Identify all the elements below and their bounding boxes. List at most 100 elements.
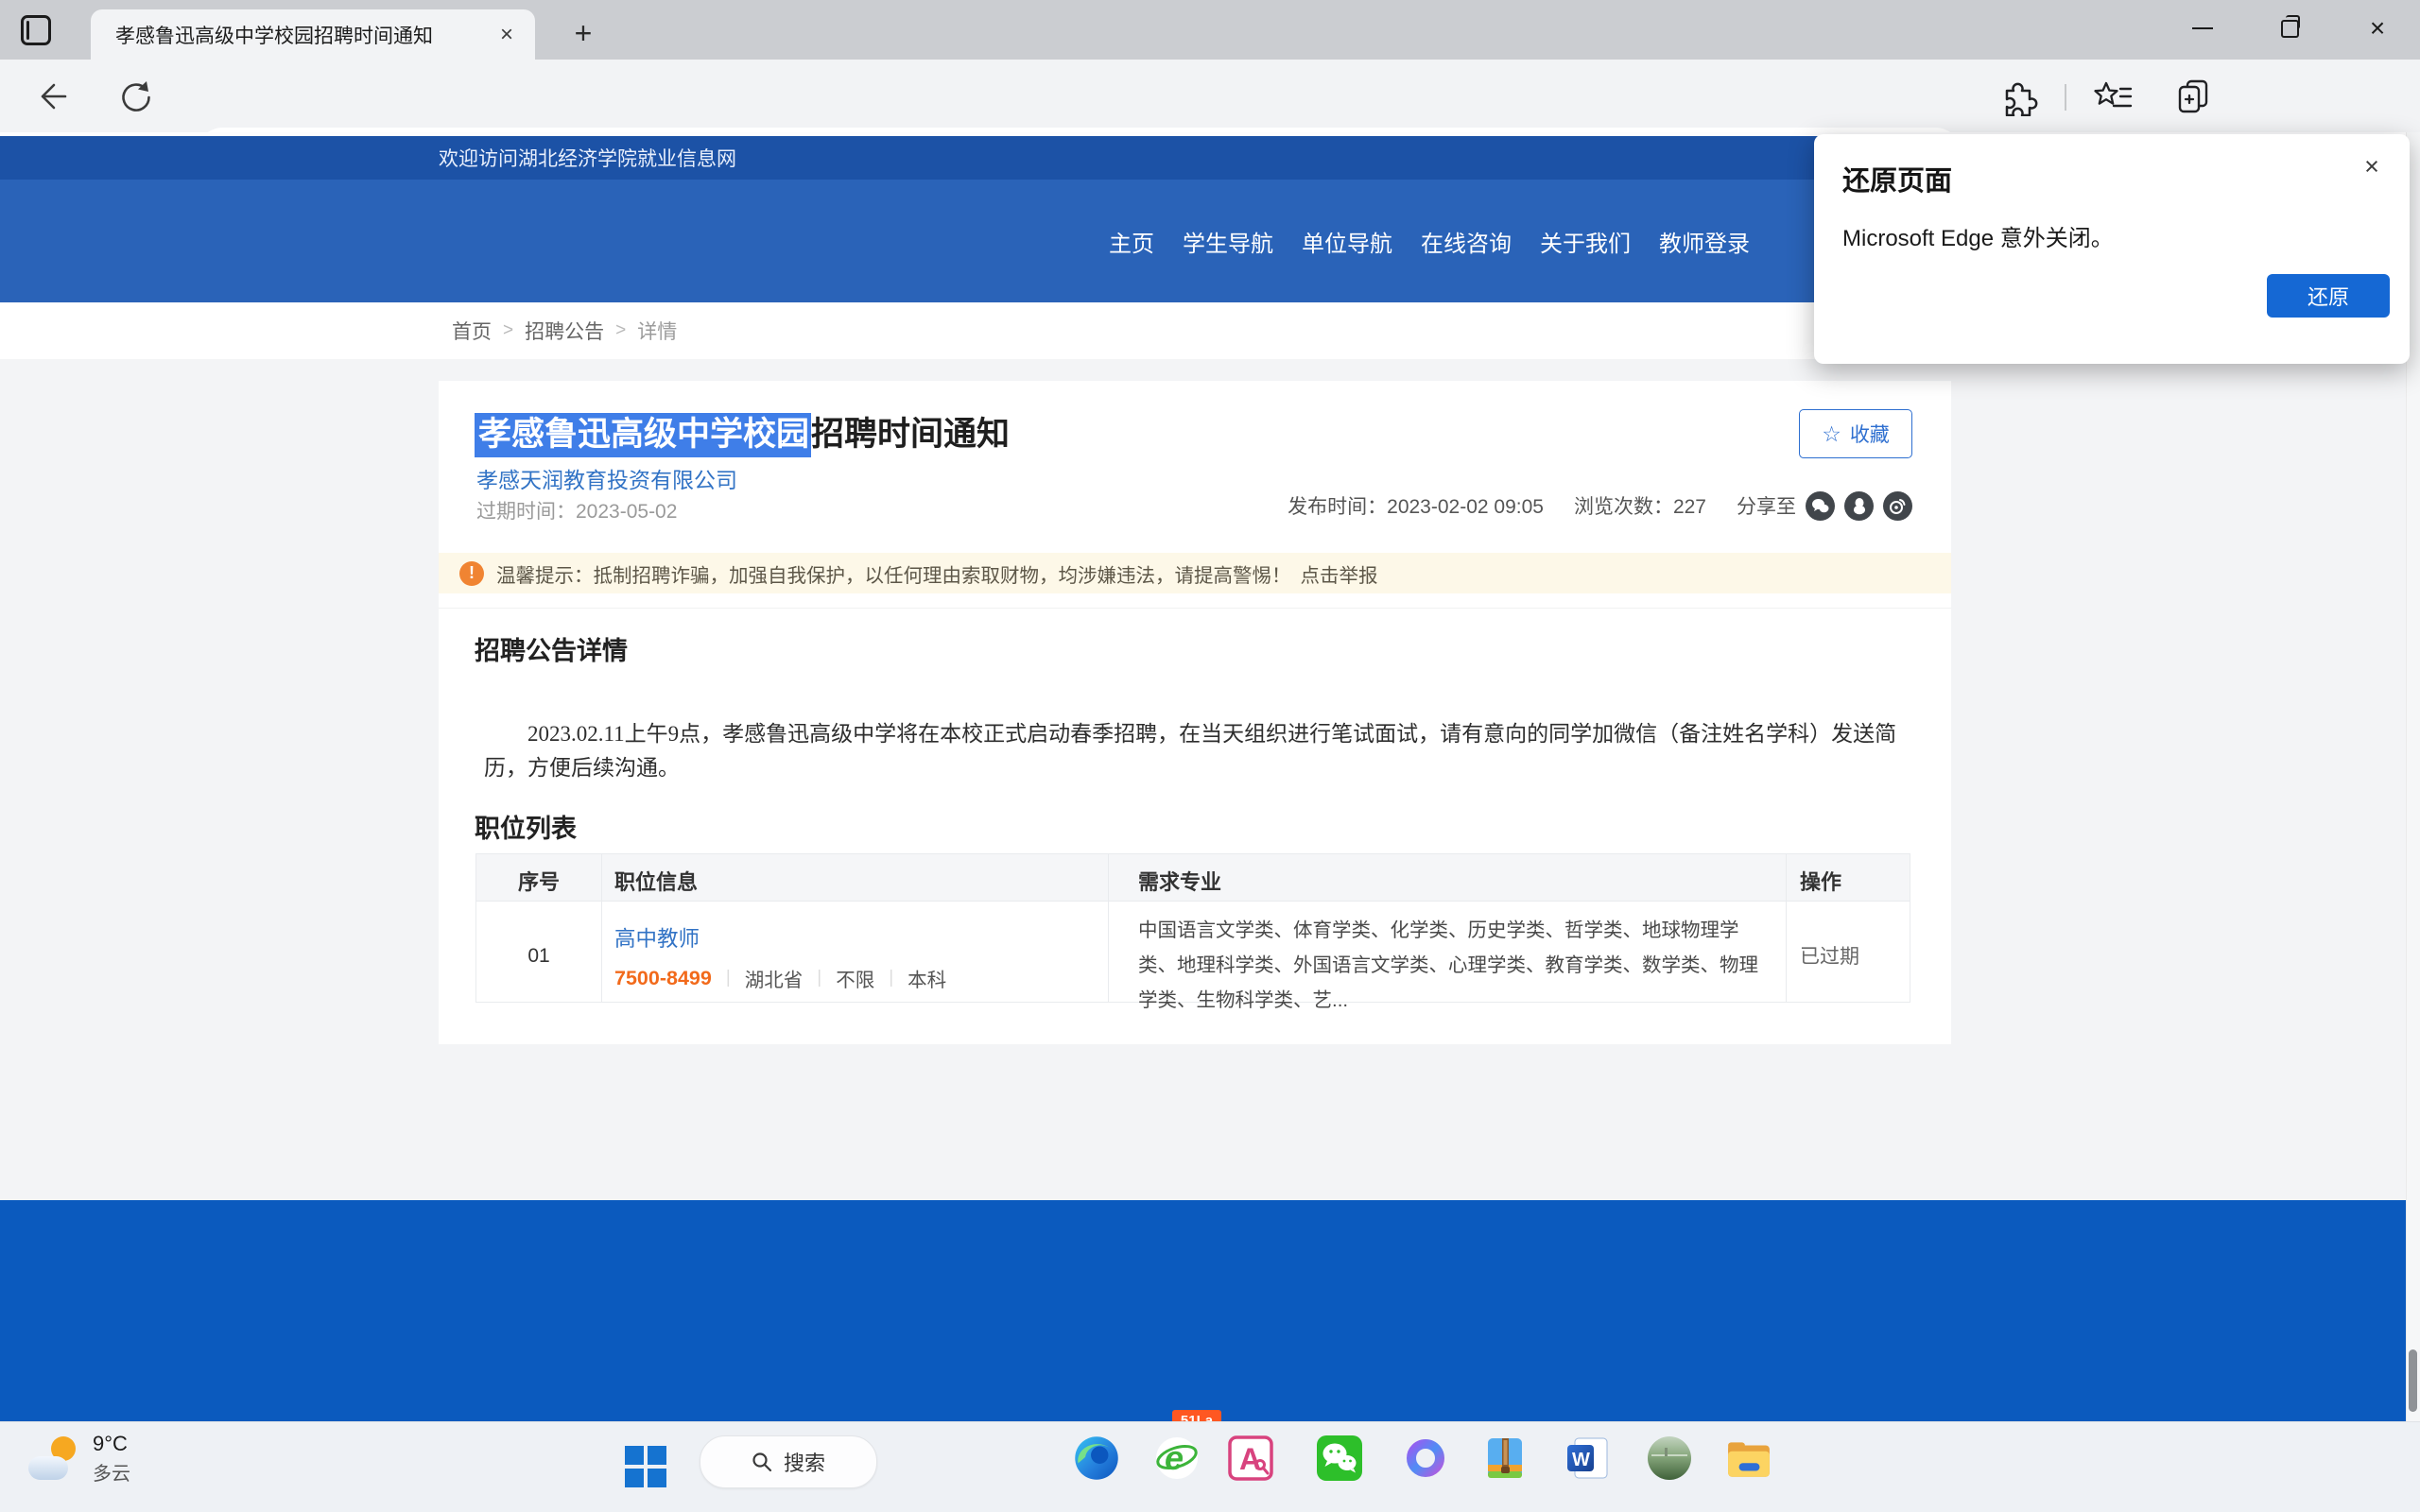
view-count: 浏览次数：227 — [1574, 491, 1706, 520]
weather-icon — [28, 1435, 79, 1484]
window-minimize-button[interactable] — [2168, 0, 2238, 57]
share-wechat-icon[interactable] — [1806, 491, 1835, 521]
job-title-link[interactable]: 高中教师 — [614, 922, 700, 953]
breadcrumb: 首页 > 招聘公告 > 详情 — [452, 317, 677, 345]
article-meta: 发布时间：2023-02-02 09:05 浏览次数：227 分享至 — [1288, 485, 1912, 526]
app-zip-archiver[interactable] — [1478, 1429, 1531, 1487]
company-link[interactable]: 孝感天润教育投资有限公司 — [476, 462, 737, 494]
zip-icon — [1482, 1435, 1528, 1481]
browser-tab-bar: 孝感鲁迅高级中学校园招聘时间通知 × + × — [0, 0, 2420, 60]
scrollbar-thumb[interactable] — [2409, 1349, 2417, 1412]
new-tab-button[interactable]: + — [563, 13, 603, 53]
extensions-puzzle-icon — [1998, 77, 2038, 116]
dialog-title: 还原页面 — [1842, 159, 1952, 198]
restore-pages-dialog: 还原页面 × Microsoft Edge 意外关闭。 还原 — [1814, 134, 2410, 364]
app-access[interactable]: A — [1224, 1429, 1277, 1487]
nav-about[interactable]: 关于我们 — [1540, 225, 1631, 258]
collections-icon — [2173, 77, 2213, 116]
toolbar-divider — [2065, 84, 2066, 111]
dialog-message: Microsoft Edge 意外关闭。 — [1842, 219, 2114, 252]
tab-close-button[interactable]: × — [492, 20, 522, 50]
favorites-icon — [2092, 77, 2134, 115]
minimize-icon — [2192, 27, 2213, 30]
tag-separator: | — [817, 968, 821, 988]
welcome-text: 欢迎访问湖北经济学院就业信息网 — [439, 144, 736, 172]
article-card: 孝感鲁迅高级中学校园招聘时间通知 ☆ 收藏 孝感天润教育投资有限公司 过期时间：… — [439, 381, 1951, 1044]
breadcrumb-detail: 详情 — [637, 317, 677, 345]
back-button[interactable] — [28, 73, 76, 120]
extensions-button[interactable] — [1995, 74, 2042, 119]
app-word[interactable]: W — [1562, 1429, 1615, 1487]
nav-home[interactable]: 主页 — [1109, 225, 1154, 258]
tag-separator: | — [889, 968, 893, 988]
report-link[interactable]: 点击举报 — [1301, 559, 1378, 588]
search-icon — [752, 1452, 772, 1472]
favorite-star-icon: ☆ — [1822, 421, 1841, 447]
column-divider — [1786, 854, 1787, 1002]
tab-actions-icon — [21, 15, 51, 45]
collections-button[interactable] — [2169, 74, 2217, 119]
favorite-label: 收藏 — [1850, 420, 1890, 448]
browser-toolbar: https://hbue.91wllm.com/campus/view/id/9… — [0, 60, 2420, 132]
col-header-action: 操作 — [1800, 866, 1841, 896]
folder-icon — [1725, 1435, 1772, 1482]
nav-consult[interactable]: 在线咨询 — [1421, 225, 1512, 258]
app-browser-360[interactable]: e — [1150, 1429, 1203, 1487]
start-button[interactable] — [624, 1445, 667, 1488]
dialog-close-button[interactable]: × — [2351, 146, 2393, 187]
app-edge-active[interactable] — [1070, 1429, 1123, 1487]
app-file-explorer[interactable] — [1722, 1429, 1775, 1487]
share-qq-icon[interactable] — [1844, 491, 1874, 521]
main-nav: 主页 学生导航 单位导航 在线咨询 关于我们 教师登录 — [1109, 180, 1750, 302]
taskbar-search[interactable]: 搜索 — [700, 1435, 877, 1488]
warning-icon: ! — [459, 561, 484, 586]
column-divider — [1108, 854, 1109, 1002]
job-status: 已过期 — [1800, 941, 1859, 970]
job-region: 湖北省 — [745, 964, 804, 992]
access-a-icon: A — [1228, 1435, 1273, 1481]
article-title-selected: 孝感鲁迅高级中学校园 — [475, 413, 811, 457]
wechat-icon — [1316, 1435, 1363, 1482]
nav-teacher-login[interactable]: 教师登录 — [1659, 225, 1750, 258]
job-table: 序号 职位信息 需求专业 操作 01 高中教师 7500-8499 | 湖北省 … — [475, 853, 1910, 1003]
refresh-icon — [115, 77, 155, 116]
nav-student[interactable]: 学生导航 — [1183, 225, 1273, 258]
site-footer: 湖北经济学院大学生就业创业指导中心 联系电话：027-81973871 E-ma… — [0, 1200, 2420, 1421]
tab-title: 孝感鲁迅高级中学校园招聘时间通知 — [115, 21, 492, 49]
publish-time: 发布时间：2023-02-02 09:05 — [1288, 491, 1544, 520]
window-close-button[interactable]: × — [2342, 0, 2412, 57]
refresh-button[interactable] — [112, 73, 159, 120]
share-weibo-icon[interactable] — [1883, 491, 1912, 521]
warning-bar: ! 温馨提示：抵制招聘诈骗，加强自我保护，以任何理由索取财物，均涉嫌违法，请提高… — [439, 553, 1951, 593]
breadcrumb-home[interactable]: 首页 — [452, 317, 492, 345]
window-restore-button[interactable] — [2255, 0, 2325, 57]
favorites-button[interactable] — [2089, 74, 2136, 119]
app-wechat[interactable] — [1313, 1429, 1366, 1487]
favorite-button[interactable]: ☆ 收藏 — [1799, 409, 1912, 458]
loop-swirl-icon — [1403, 1435, 1448, 1481]
job-row-number: 01 — [476, 945, 601, 968]
nav-employer[interactable]: 单位导航 — [1302, 225, 1392, 258]
app-loop[interactable] — [1399, 1429, 1452, 1487]
tab-actions-menu-button[interactable] — [15, 9, 57, 51]
screen: 孝感鲁迅高级中学校园招聘时间通知 × + × https://hbue.91wl… — [0, 0, 2420, 1512]
word-icon: W — [1565, 1435, 1611, 1481]
svg-text:e: e — [1165, 1438, 1184, 1477]
weather-widget[interactable]: 9°C 多云 — [28, 1432, 130, 1486]
green-e-icon: e — [1153, 1435, 1201, 1482]
share-label: 分享至 — [1737, 491, 1796, 520]
job-majors: 中国语言文学类、体育学类、化学类、历史学类、哲学类、地球物理学类、地理科学类、外… — [1138, 913, 1764, 1018]
back-icon — [31, 76, 73, 117]
col-header-majors: 需求专业 — [1138, 866, 1221, 896]
app-photo[interactable] — [1643, 1429, 1696, 1487]
breadcrumb-announcements[interactable]: 招聘公告 — [525, 317, 604, 345]
windows-taskbar: 9°C 多云 搜索 — [0, 1421, 2420, 1512]
edge-icon — [1072, 1434, 1121, 1483]
browser-tab-active[interactable]: 孝感鲁迅高级中学校园招聘时间通知 × — [91, 9, 535, 60]
restore-button[interactable]: 还原 — [2267, 274, 2390, 318]
svg-text:W: W — [1572, 1450, 1590, 1470]
warning-text: 温馨提示：抵制招聘诈骗，加强自我保护，以任何理由索取财物，均涉嫌违法，请提高警惕… — [496, 559, 1291, 588]
col-header-job: 职位信息 — [614, 866, 698, 896]
photo-thumbnail-icon — [1646, 1435, 1693, 1482]
job-salary: 7500-8499 — [614, 967, 712, 990]
